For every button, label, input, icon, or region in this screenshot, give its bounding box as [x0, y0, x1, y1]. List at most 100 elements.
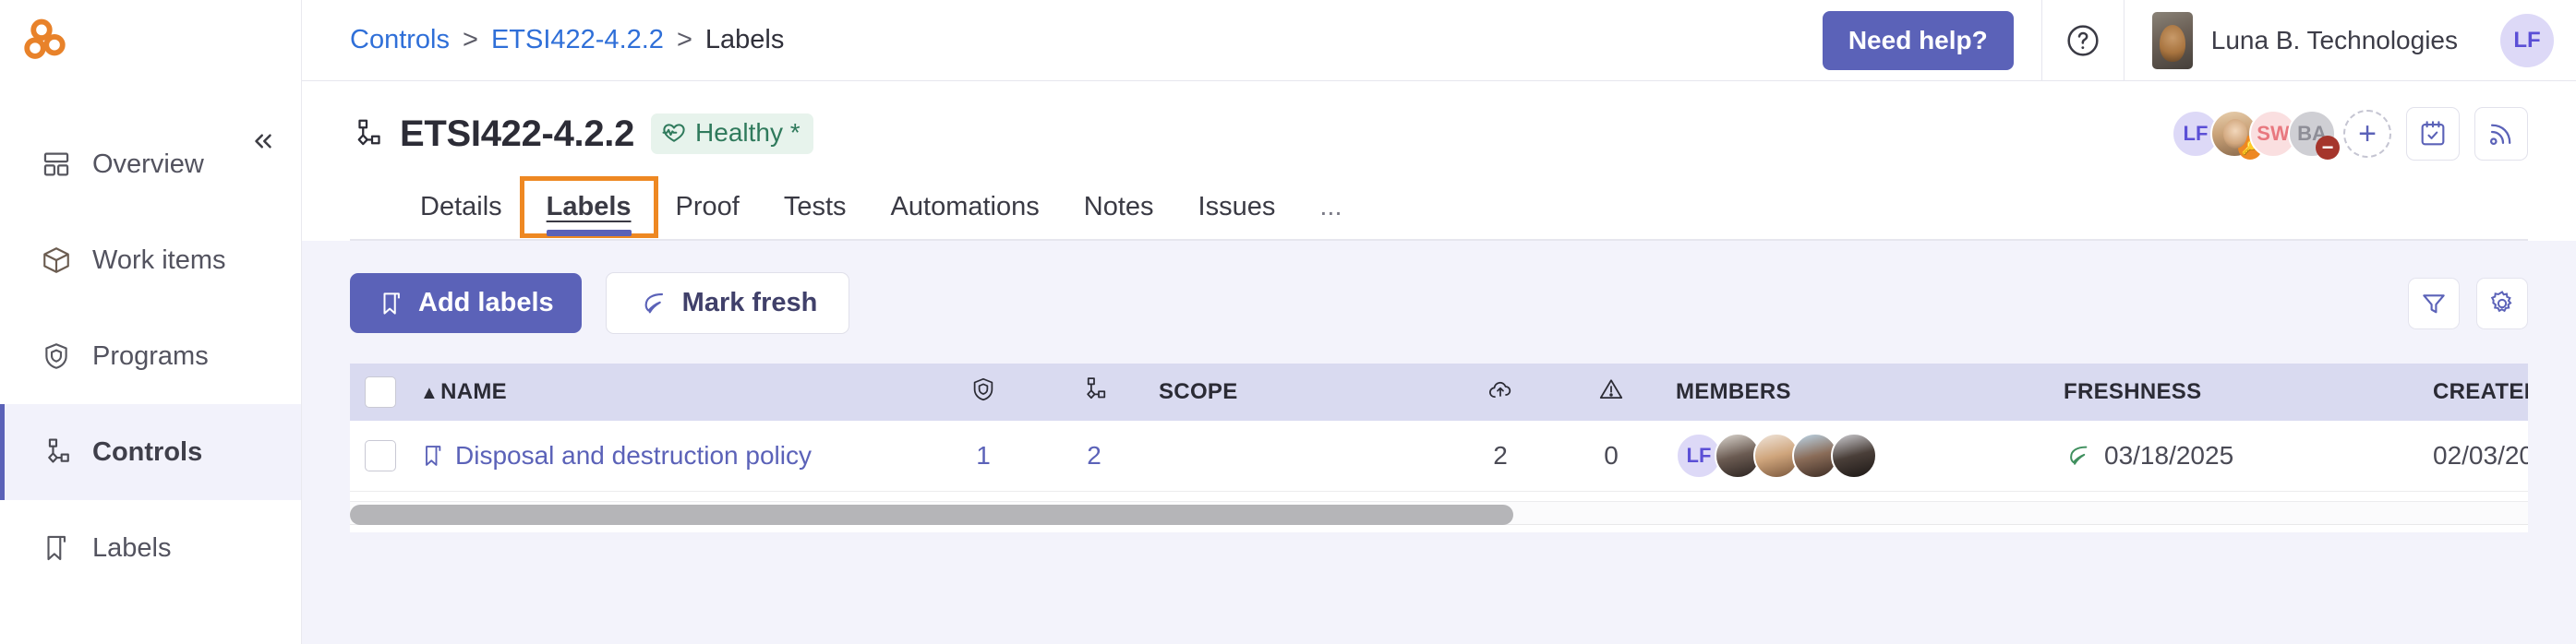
select-all-checkbox[interactable] — [365, 376, 396, 408]
freshness-cell: 03/18/2025 — [2064, 441, 2414, 471]
sidebar-item-programs[interactable]: Programs — [0, 308, 301, 404]
breadcrumb-item-current: Labels — [704, 25, 785, 54]
tab-bar: Details Labels Proof Tests Automations N… — [350, 161, 2528, 239]
tab-issues[interactable]: Issues — [1176, 192, 1298, 239]
column-issues[interactable] — [1556, 364, 1667, 421]
cell-scope — [1150, 421, 1445, 491]
question-circle-icon — [2067, 24, 2099, 56]
cell-controls: 2 — [1039, 421, 1150, 491]
heartbeat-icon — [662, 124, 685, 142]
table-scroll-area — [350, 491, 2528, 532]
horizontal-scrollbar-thumb[interactable] — [350, 505, 1513, 525]
page-header-actions: LF 🔑 SW BA − + — [2172, 107, 2528, 161]
content-toolbar: Add labels Mark fresh — [302, 241, 2576, 334]
avatar-group: LF 🔑 SW BA − + — [2172, 110, 2391, 160]
row-checkbox[interactable] — [365, 440, 396, 472]
calendar-check-icon — [2421, 121, 2445, 146]
column-programs[interactable] — [928, 364, 1039, 421]
table-settings-button[interactable] — [2476, 277, 2528, 329]
avatar[interactable]: BA − — [2288, 110, 2340, 160]
mark-fresh-label: Mark fresh — [681, 288, 818, 317]
sidebar-item-label: Programs — [92, 340, 209, 371]
tab-proof[interactable]: Proof — [654, 192, 762, 239]
filter-button[interactable] — [2408, 277, 2460, 329]
programs-count-link[interactable]: 1 — [976, 441, 991, 470]
dashboard-icon — [43, 152, 69, 176]
sidebar-item-work-items[interactable]: Work items — [0, 212, 301, 308]
column-name[interactable]: ▲NAME — [411, 364, 928, 421]
breadcrumb-item-controls[interactable]: Controls — [350, 25, 450, 55]
sidebar-item-overview[interactable]: Overview — [0, 116, 301, 212]
sort-ascending-icon: ▲ — [420, 383, 439, 403]
mark-fresh-button[interactable]: Mark fresh — [605, 272, 850, 334]
freshness-date: 03/18/2025 — [2104, 441, 2234, 470]
cell-issues: 0 — [1604, 441, 1619, 470]
calendar-check-button[interactable] — [2406, 107, 2460, 161]
column-proof[interactable] — [1445, 364, 1556, 421]
cell-proof: 2 — [1493, 441, 1508, 470]
rss-feed-icon — [2489, 124, 2511, 146]
page-header: ETSI422-4.2.2 Healthy * LF 🔑 SW BA − + D… — [302, 81, 2576, 241]
tab-automations[interactable]: Automations — [869, 192, 1062, 239]
cell-freshness: 03/18/2025 — [2054, 421, 2424, 491]
filter-icon — [2423, 293, 2445, 313]
add-labels-button[interactable]: Add labels — [350, 273, 582, 333]
control-node-icon — [48, 438, 69, 463]
label-name-cell: Disposal and destruction policy — [420, 441, 919, 471]
control-node-icon — [1087, 376, 1106, 399]
breadcrumb-item-control-id[interactable]: ETSI422-4.2.2 — [491, 25, 664, 55]
status-badge-label: Healthy * — [695, 118, 800, 147]
label-name-link[interactable]: Disposal and destruction policy — [455, 441, 812, 471]
tab-labels[interactable]: Labels — [519, 176, 658, 238]
column-freshness[interactable]: FRESHNESS — [2054, 364, 2424, 421]
organization-switcher[interactable]: Luna B. Technologies — [2125, 11, 2486, 69]
sidebar-item-labels[interactable]: Labels — [0, 500, 301, 596]
minus-icon: − — [2316, 136, 2340, 160]
controls-count-link[interactable]: 2 — [1087, 441, 1101, 470]
rss-feed-button[interactable] — [2474, 107, 2528, 161]
warning-triangle-icon — [1599, 378, 1623, 399]
tab-details[interactable]: Details — [398, 192, 524, 239]
tab-notes[interactable]: Notes — [1062, 192, 1176, 239]
sidebar-item-label: Overview — [92, 149, 204, 179]
horizontal-scrollbar-track[interactable] — [350, 501, 2528, 525]
sidebar-item-controls[interactable]: Controls — [0, 404, 301, 500]
organization-name: Luna B. Technologies — [2210, 25, 2458, 54]
cell-name: Disposal and destruction policy — [411, 421, 928, 491]
member-avatar-stack: LF — [1676, 433, 2045, 479]
column-name-label: NAME — [440, 379, 507, 404]
column-members[interactable]: MEMBERS — [1667, 364, 2054, 421]
need-help-button[interactable]: Need help? — [1822, 10, 2014, 70]
table-header: ▲NAME SCOPE MEMBERS FRESHNESS CREATE — [350, 364, 2528, 421]
table-row[interactable]: Disposal and destruction policy 1 2 2 0 — [350, 421, 2528, 491]
breadcrumb-separator: > — [676, 25, 692, 54]
help-button[interactable] — [2042, 22, 2124, 59]
table-header-row: ▲NAME SCOPE MEMBERS FRESHNESS CREATE — [350, 364, 2528, 421]
add-labels-label: Add labels — [418, 288, 554, 317]
labels-table-container: ▲NAME SCOPE MEMBERS FRESHNESS CREATE Dis… — [350, 364, 2528, 491]
sidebar-item-label: Work items — [92, 244, 226, 275]
page-title: ETSI422-4.2.2 — [400, 113, 635, 154]
labels-table: ▲NAME SCOPE MEMBERS FRESHNESS CREATE Dis… — [350, 364, 2528, 491]
column-created[interactable]: CREATED — [2424, 364, 2528, 421]
tab-tests[interactable]: Tests — [762, 192, 869, 239]
column-scope[interactable]: SCOPE — [1150, 364, 1445, 421]
cell-created: 02/03/2021 — [2433, 441, 2528, 470]
column-controls[interactable] — [1039, 364, 1150, 421]
leaf-icon — [2070, 446, 2088, 465]
top-bar-right: Need help? Luna B. Technologies LF — [1822, 0, 2576, 81]
page-background-filler — [302, 532, 2576, 644]
column-select-all — [350, 364, 411, 421]
member-avatar[interactable] — [1831, 433, 1877, 479]
control-node-icon — [357, 119, 380, 146]
bookmark-icon — [383, 292, 400, 315]
app-logo[interactable] — [0, 0, 301, 81]
add-member-button[interactable]: + — [2343, 110, 2391, 158]
user-avatar[interactable]: LF — [2500, 13, 2554, 67]
tab-overflow-button[interactable]: ... — [1297, 192, 1364, 239]
sidebar: Overview Work items Programs Controls La… — [0, 0, 302, 644]
bookmark-icon — [426, 446, 441, 466]
sidebar-nav: Overview Work items Programs Controls La… — [0, 116, 301, 596]
box-icon — [43, 247, 69, 273]
organization-avatar — [2151, 11, 2193, 69]
